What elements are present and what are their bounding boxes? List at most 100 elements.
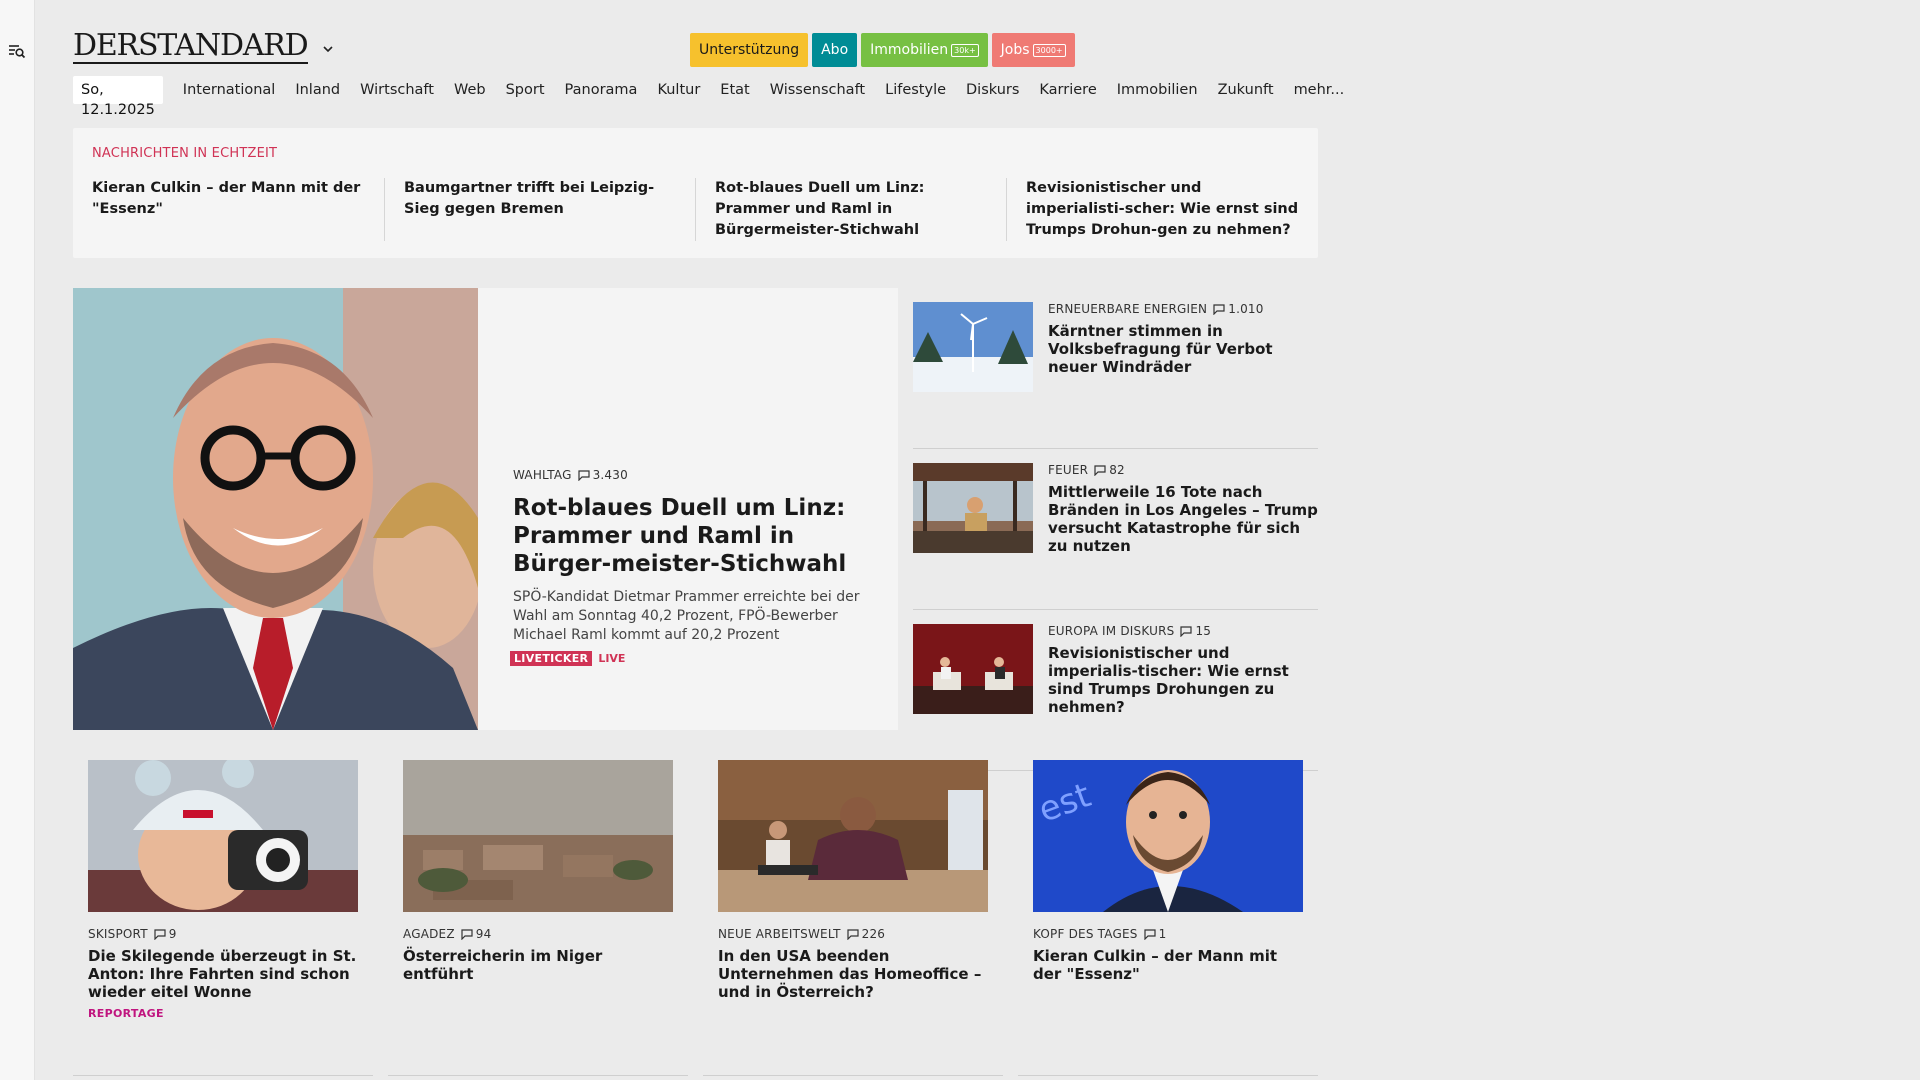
nav-item-kultur[interactable]: Kultur (647, 82, 710, 98)
immobilien-badge: 30k+ (951, 43, 979, 57)
article-thumbnail (718, 760, 988, 912)
article-kicker: AGADEZ 94 (403, 927, 673, 941)
jobs-badge: 3000+ (1032, 43, 1066, 57)
article-comments[interactable]: 15 (1180, 624, 1211, 638)
realtime-label: NACHRICHTEN IN ECHTZEIT (92, 146, 278, 161)
support-button[interactable]: Unterstützung (690, 33, 809, 67)
teaser-card[interactable]: NEUE ARBEITSWELT 226 In den USA beenden … (718, 760, 988, 1020)
hero-image[interactable] (73, 288, 478, 730)
kicker-label: AGADEZ (403, 927, 455, 941)
article-title[interactable]: Mittlerweile 16 Tote nach Bränden in Los… (1048, 483, 1318, 555)
nav-item-panorama[interactable]: Panorama (555, 82, 648, 98)
list-item[interactable]: EUROPA IM DISKURS 15 Revisionistischer u… (913, 610, 1318, 771)
comment-count: 1.010 (1228, 302, 1264, 316)
kicker-label: FEUER (1048, 463, 1089, 477)
kicker-label: ERNEUERBARE ENERGIEN (1048, 302, 1208, 316)
realtime-item[interactable]: Revisionistischer und imperialisti-scher… (1006, 178, 1317, 241)
comment-bubble-icon (1213, 303, 1225, 315)
comment-bubble-icon (1094, 464, 1106, 476)
kicker-label: KOPF DES TAGES (1033, 927, 1138, 941)
article-kicker: KOPF DES TAGES 1 (1033, 927, 1303, 941)
nav-item-lifestyle[interactable]: Lifestyle (875, 82, 956, 98)
reportage-tag: REPORTAGE (88, 1007, 164, 1020)
side-article-list: ERNEUERBARE ENERGIEN 1.010 Kärntner stim… (913, 288, 1318, 771)
realtime-item[interactable]: Baumgartner trifft bei Leipzig-Sieg gege… (384, 178, 695, 241)
article-comments[interactable]: 226 (847, 927, 886, 941)
kicker-label: EUROPA IM DISKURS (1048, 624, 1175, 638)
nav-item-diskurs[interactable]: Diskurs (956, 82, 1029, 98)
article-title[interactable]: Kärntner stimmen in Volksbefragung für V… (1048, 322, 1318, 376)
realtime-news-box: NACHRICHTEN IN ECHTZEIT Kieran Culkin – … (73, 128, 1318, 258)
nav-item-more[interactable]: mehr... (1284, 82, 1355, 98)
hero-lead: SPÖ-Kandidat Dietmar Prammer erreichte b… (513, 589, 860, 643)
nav-item-zukunft[interactable]: Zukunft (1208, 82, 1284, 98)
abo-button[interactable]: Abo (812, 33, 858, 67)
list-item[interactable]: ERNEUERBARE ENERGIEN 1.010 Kärntner stim… (913, 288, 1318, 449)
article-comments[interactable]: 1.010 (1213, 302, 1263, 316)
article-thumbnail (913, 302, 1033, 392)
article-thumbnail (403, 760, 673, 912)
article-comments[interactable]: 82 (1094, 463, 1125, 477)
left-rail (0, 0, 35, 1080)
article-comments[interactable]: 94 (461, 927, 492, 941)
nav-item-etat[interactable]: Etat (710, 82, 759, 98)
nav-item-international[interactable]: International (173, 82, 286, 98)
article-title[interactable]: Kieran Culkin – der Mann mit der "Essenz… (1033, 947, 1303, 983)
nav-item-inland[interactable]: Inland (285, 82, 350, 98)
nav-item-immobilien[interactable]: Immobilien (1107, 82, 1208, 98)
divider (388, 1075, 688, 1076)
comment-bubble-icon (577, 469, 590, 481)
current-date: So, 12.1.2025 (73, 76, 163, 118)
nav-item-wirtschaft[interactable]: Wirtschaft (350, 82, 444, 98)
hero-kicker: WAHLTAG 3.430 (513, 468, 873, 482)
abo-label: Abo (821, 42, 849, 58)
nav-item-karriere[interactable]: Karriere (1029, 82, 1106, 98)
site-logo[interactable]: DERSTANDARD (73, 30, 309, 64)
teaser-card[interactable]: AGADEZ 94 Österreicherin im Niger entfüh… (403, 760, 673, 1020)
nav-item-web[interactable]: Web (444, 82, 496, 98)
article-title[interactable]: Die Skilegende überzeugt in St. Anton: I… (88, 947, 358, 1001)
hero-title[interactable]: Rot-blaues Duell um Linz: Prammer und Ra… (513, 494, 873, 578)
jobs-label: Jobs (1000, 42, 1030, 58)
realtime-item[interactable]: Rot-blaues Duell um Linz: Prammer und Ra… (695, 178, 1006, 241)
immobilien-button[interactable]: Immobilien 30k+ (861, 33, 988, 67)
nav-item-sport[interactable]: Sport (496, 82, 555, 98)
article-kicker: FEUER 82 (1048, 463, 1318, 477)
list-item[interactable]: FEUER 82 Mittlerweile 16 Tote nach Bränd… (913, 449, 1318, 610)
article-thumbnail: est (1033, 760, 1303, 912)
liveticker-badge: LIVETICKER (510, 651, 593, 666)
menu-search-icon[interactable] (8, 42, 26, 60)
comment-bubble-icon (847, 928, 859, 940)
hero-article: WAHLTAG 3.430 Rot-blaues Duell um Linz: … (73, 288, 898, 730)
comment-bubble-icon (1143, 928, 1156, 940)
divider (703, 1075, 1003, 1076)
teaser-card[interactable]: SKISPORT 9 Die Skilegende überzeugt in S… (88, 760, 358, 1020)
hero-kicker-label: WAHLTAG (513, 468, 572, 482)
article-kicker: SKISPORT 9 (88, 927, 358, 941)
article-title[interactable]: Revisionistischer und imperialis-tischer… (1048, 644, 1318, 716)
teaser-card[interactable]: est KOPF DES TAGES 1 Kieran Culkin – der (1033, 760, 1303, 1020)
article-title[interactable]: In den USA beenden Unternehmen das Homeo… (718, 947, 988, 1001)
article-kicker: NEUE ARBEITSWELT 226 (718, 927, 988, 941)
divider (73, 1075, 373, 1076)
jobs-button[interactable]: Jobs 3000+ (991, 33, 1075, 67)
article-thumbnail (88, 760, 358, 912)
chevron-down-icon[interactable] (321, 42, 335, 56)
comment-count: 226 (861, 927, 886, 941)
bottom-dividers (73, 1075, 1318, 1076)
article-comments[interactable]: 9 (154, 927, 177, 941)
kicker-label: NEUE ARBEITSWELT (718, 927, 841, 941)
article-title[interactable]: Österreicherin im Niger entführt (403, 947, 673, 983)
support-label: Unterstützung (699, 42, 800, 58)
article-comments[interactable]: 1 (1143, 927, 1167, 941)
hero-comments[interactable]: 3.430 (577, 468, 628, 482)
nav-item-wissenschaft[interactable]: Wissenschaft (760, 82, 875, 98)
article-kicker: ERNEUERBARE ENERGIEN 1.010 (1048, 302, 1318, 316)
comment-bubble-icon (1180, 625, 1193, 637)
realtime-item[interactable]: Kieran Culkin – der Mann mit der "Essenz… (73, 178, 384, 241)
article-kicker: EUROPA IM DISKURS 15 (1048, 624, 1318, 638)
hero-tags: LIVETICKER LIVE (510, 651, 873, 666)
main-nav: So, 12.1.2025 International Inland Wirts… (73, 76, 1355, 118)
teaser-row: SKISPORT 9 Die Skilegende überzeugt in S… (88, 760, 1303, 1020)
comment-count: 1 (1158, 927, 1167, 941)
